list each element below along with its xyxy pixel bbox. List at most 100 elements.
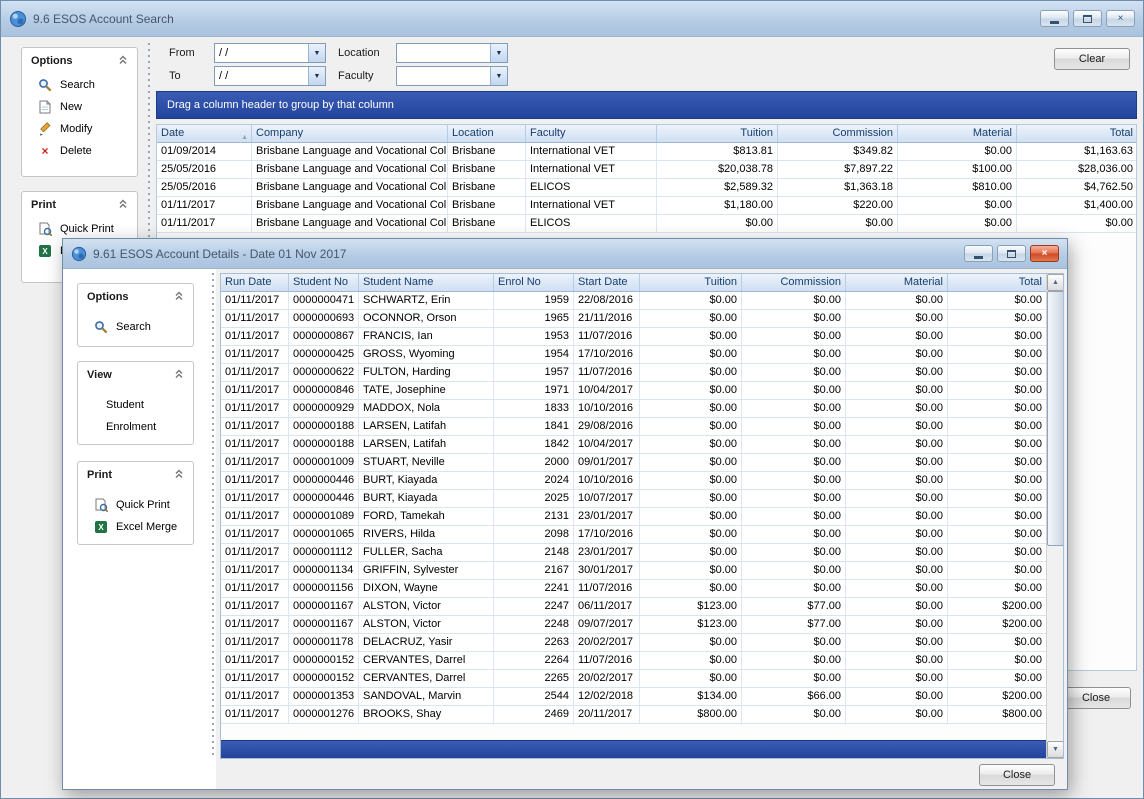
sidebar-item-quick-print[interactable]: Quick Print [78,494,193,516]
minimize-button[interactable] [964,245,993,262]
column-header-tuition[interactable]: Tuition [640,274,742,291]
table-row[interactable]: 01/11/20170000001112FULLER, Sacha214823/… [221,544,1047,562]
column-header-enrol-no[interactable]: Enrol No [494,274,574,291]
cell-total: $0.00 [948,382,1047,399]
cell-tuition: $0.00 [640,418,742,435]
collapse-chevron-icon[interactable] [118,55,128,68]
sidebar-item-new[interactable]: New [22,96,137,118]
sidebar-item-quick-print[interactable]: Quick Print [22,218,137,240]
cell-start-date: 23/01/2017 [574,508,640,525]
collapse-chevron-icon[interactable] [174,369,184,382]
sort-ascending-icon: ▲ [241,129,248,142]
table-row[interactable]: 01/11/20170000001089FORD, Tamekah213123/… [221,508,1047,526]
vertical-scrollbar[interactable]: ▲ ▼ [1046,274,1063,758]
main-titlebar[interactable]: 9.6 ESOS Account Search × [1,1,1143,37]
column-header-location[interactable]: Location [448,125,526,142]
sidebar-item-excel-merge[interactable]: X Excel Merge [78,516,193,538]
detail-options-header[interactable]: Options [78,284,193,310]
column-header-material[interactable]: Material [898,125,1017,142]
cell-tuition: $0.00 [640,328,742,345]
table-row[interactable]: 01/11/20170000001065RIVERS, Hilda209817/… [221,526,1047,544]
table-row[interactable]: 25/05/2016Brisbane Language and Vocation… [157,161,1136,179]
detail-splitter[interactable] [211,273,215,759]
table-row[interactable]: 01/11/20170000000446BURT, Kiayada202510/… [221,490,1047,508]
close-window-button[interactable]: × [1030,245,1059,262]
table-row[interactable]: 01/11/20170000001009STUART, Neville20000… [221,454,1047,472]
table-row[interactable]: 01/11/20170000000846TATE, Josephine19711… [221,382,1047,400]
grid-header: Run DateStudent NoStudent NameEnrol NoSt… [221,274,1047,292]
table-row[interactable]: 01/11/20170000000693OCONNOR, Orson196521… [221,310,1047,328]
collapse-chevron-icon[interactable] [118,199,128,212]
column-header-total[interactable]: Total [948,274,1047,291]
clear-button[interactable]: Clear [1054,48,1130,70]
dropdown-arrow-icon[interactable]: ▼ [490,44,507,62]
column-header-start-date[interactable]: Start Date [574,274,640,291]
column-header-student-no[interactable]: Student No [289,274,359,291]
date-from-combo[interactable]: / / ▼ [214,43,326,63]
detail-titlebar[interactable]: 9.61 ESOS Account Details - Date 01 Nov … [63,239,1067,269]
table-row[interactable]: 01/11/20170000001178DELACRUZ, Yasir22632… [221,634,1047,652]
close-window-button[interactable]: × [1106,10,1135,27]
new-document-icon [37,100,53,114]
column-header-material[interactable]: Material [846,274,948,291]
table-row[interactable]: 25/05/2016Brisbane Language and Vocation… [157,179,1136,197]
table-row[interactable]: 01/11/20170000001353SANDOVAL, Marvin2544… [221,688,1047,706]
column-header-commission[interactable]: Commission [778,125,898,142]
column-header-student-name[interactable]: Student Name [359,274,494,291]
table-row[interactable]: 01/11/20170000001156DIXON, Wayne224111/0… [221,580,1047,598]
table-row[interactable]: 01/09/2014Brisbane Language and Vocation… [157,143,1136,161]
table-row[interactable]: 01/11/20170000001167ALSTON, Victor224706… [221,598,1047,616]
minimize-button[interactable] [1040,10,1069,27]
sidebar-item-search[interactable]: Search [22,74,137,96]
table-row[interactable]: 01/11/20170000000188LARSEN, Latifah18421… [221,436,1047,454]
cell-commission: $349.82 [778,143,898,160]
column-header-company[interactable]: Company [252,125,448,142]
table-row[interactable]: 01/11/2017Brisbane Language and Vocation… [157,197,1136,215]
main-close-button[interactable]: Close [1061,687,1131,709]
column-header-faculty[interactable]: Faculty [526,125,657,142]
sidebar-item-student[interactable]: Student [78,394,193,416]
table-row[interactable]: 01/11/20170000001276BROOKS, Shay246920/1… [221,706,1047,724]
column-header-total[interactable]: Total [1017,125,1137,142]
scroll-down-icon[interactable]: ▼ [1047,741,1064,758]
sidebar-item-delete[interactable]: × Delete [22,140,137,162]
collapse-chevron-icon[interactable] [174,291,184,304]
column-header-tuition[interactable]: Tuition [657,125,778,142]
dropdown-arrow-icon[interactable]: ▼ [490,67,507,85]
table-row[interactable]: 01/11/20170000000622FULTON, Harding19571… [221,364,1047,382]
sidebar-item-modify[interactable]: Modify [22,118,137,140]
detail-view-header[interactable]: View [78,362,193,388]
dropdown-arrow-icon[interactable]: ▼ [308,44,325,62]
scroll-up-icon[interactable]: ▲ [1047,274,1064,291]
detail-print-header[interactable]: Print [78,462,193,488]
sidebar-item-enrolment[interactable]: Enrolment [78,416,193,438]
cell-student-name: RIVERS, Hilda [359,526,494,543]
options-panel-header[interactable]: Options [22,48,137,74]
table-row[interactable]: 01/11/20170000000446BURT, Kiayada202410/… [221,472,1047,490]
column-header-commission[interactable]: Commission [742,274,846,291]
table-row[interactable]: 01/11/20170000000188LARSEN, Latifah18412… [221,418,1047,436]
table-row[interactable]: 01/11/20170000000929MADDOX, Nola183310/1… [221,400,1047,418]
dropdown-arrow-icon[interactable]: ▼ [308,67,325,85]
faculty-combo[interactable]: ▼ [396,66,508,86]
table-row[interactable]: 01/11/20170000000425GROSS, Wyoming195417… [221,346,1047,364]
scroll-thumb[interactable] [1047,291,1064,546]
column-header-date[interactable]: Date▲ [157,125,252,142]
detail-close-button[interactable]: Close [979,764,1055,786]
date-to-combo[interactable]: / / ▼ [214,66,326,86]
print-panel-header[interactable]: Print [22,192,137,218]
cell-run-date: 01/11/2017 [221,598,289,615]
table-row[interactable]: 01/11/20170000000867FRANCIS, Ian195311/0… [221,328,1047,346]
table-row[interactable]: 01/11/20170000001167ALSTON, Victor224809… [221,616,1047,634]
maximize-button[interactable] [997,245,1026,262]
collapse-chevron-icon[interactable] [174,469,184,482]
location-combo[interactable]: ▼ [396,43,508,63]
column-header-run-date[interactable]: Run Date [221,274,289,291]
table-row[interactable]: 01/11/20170000000471SCHWARTZ, Erin195922… [221,292,1047,310]
table-row[interactable]: 01/11/2017Brisbane Language and Vocation… [157,215,1136,233]
table-row[interactable]: 01/11/20170000000152CERVANTES, Darrel226… [221,652,1047,670]
table-row[interactable]: 01/11/20170000000152CERVANTES, Darrel226… [221,670,1047,688]
sidebar-item-search[interactable]: Search [78,316,193,338]
maximize-button[interactable] [1073,10,1102,27]
table-row[interactable]: 01/11/20170000001134GRIFFIN, Sylvester21… [221,562,1047,580]
